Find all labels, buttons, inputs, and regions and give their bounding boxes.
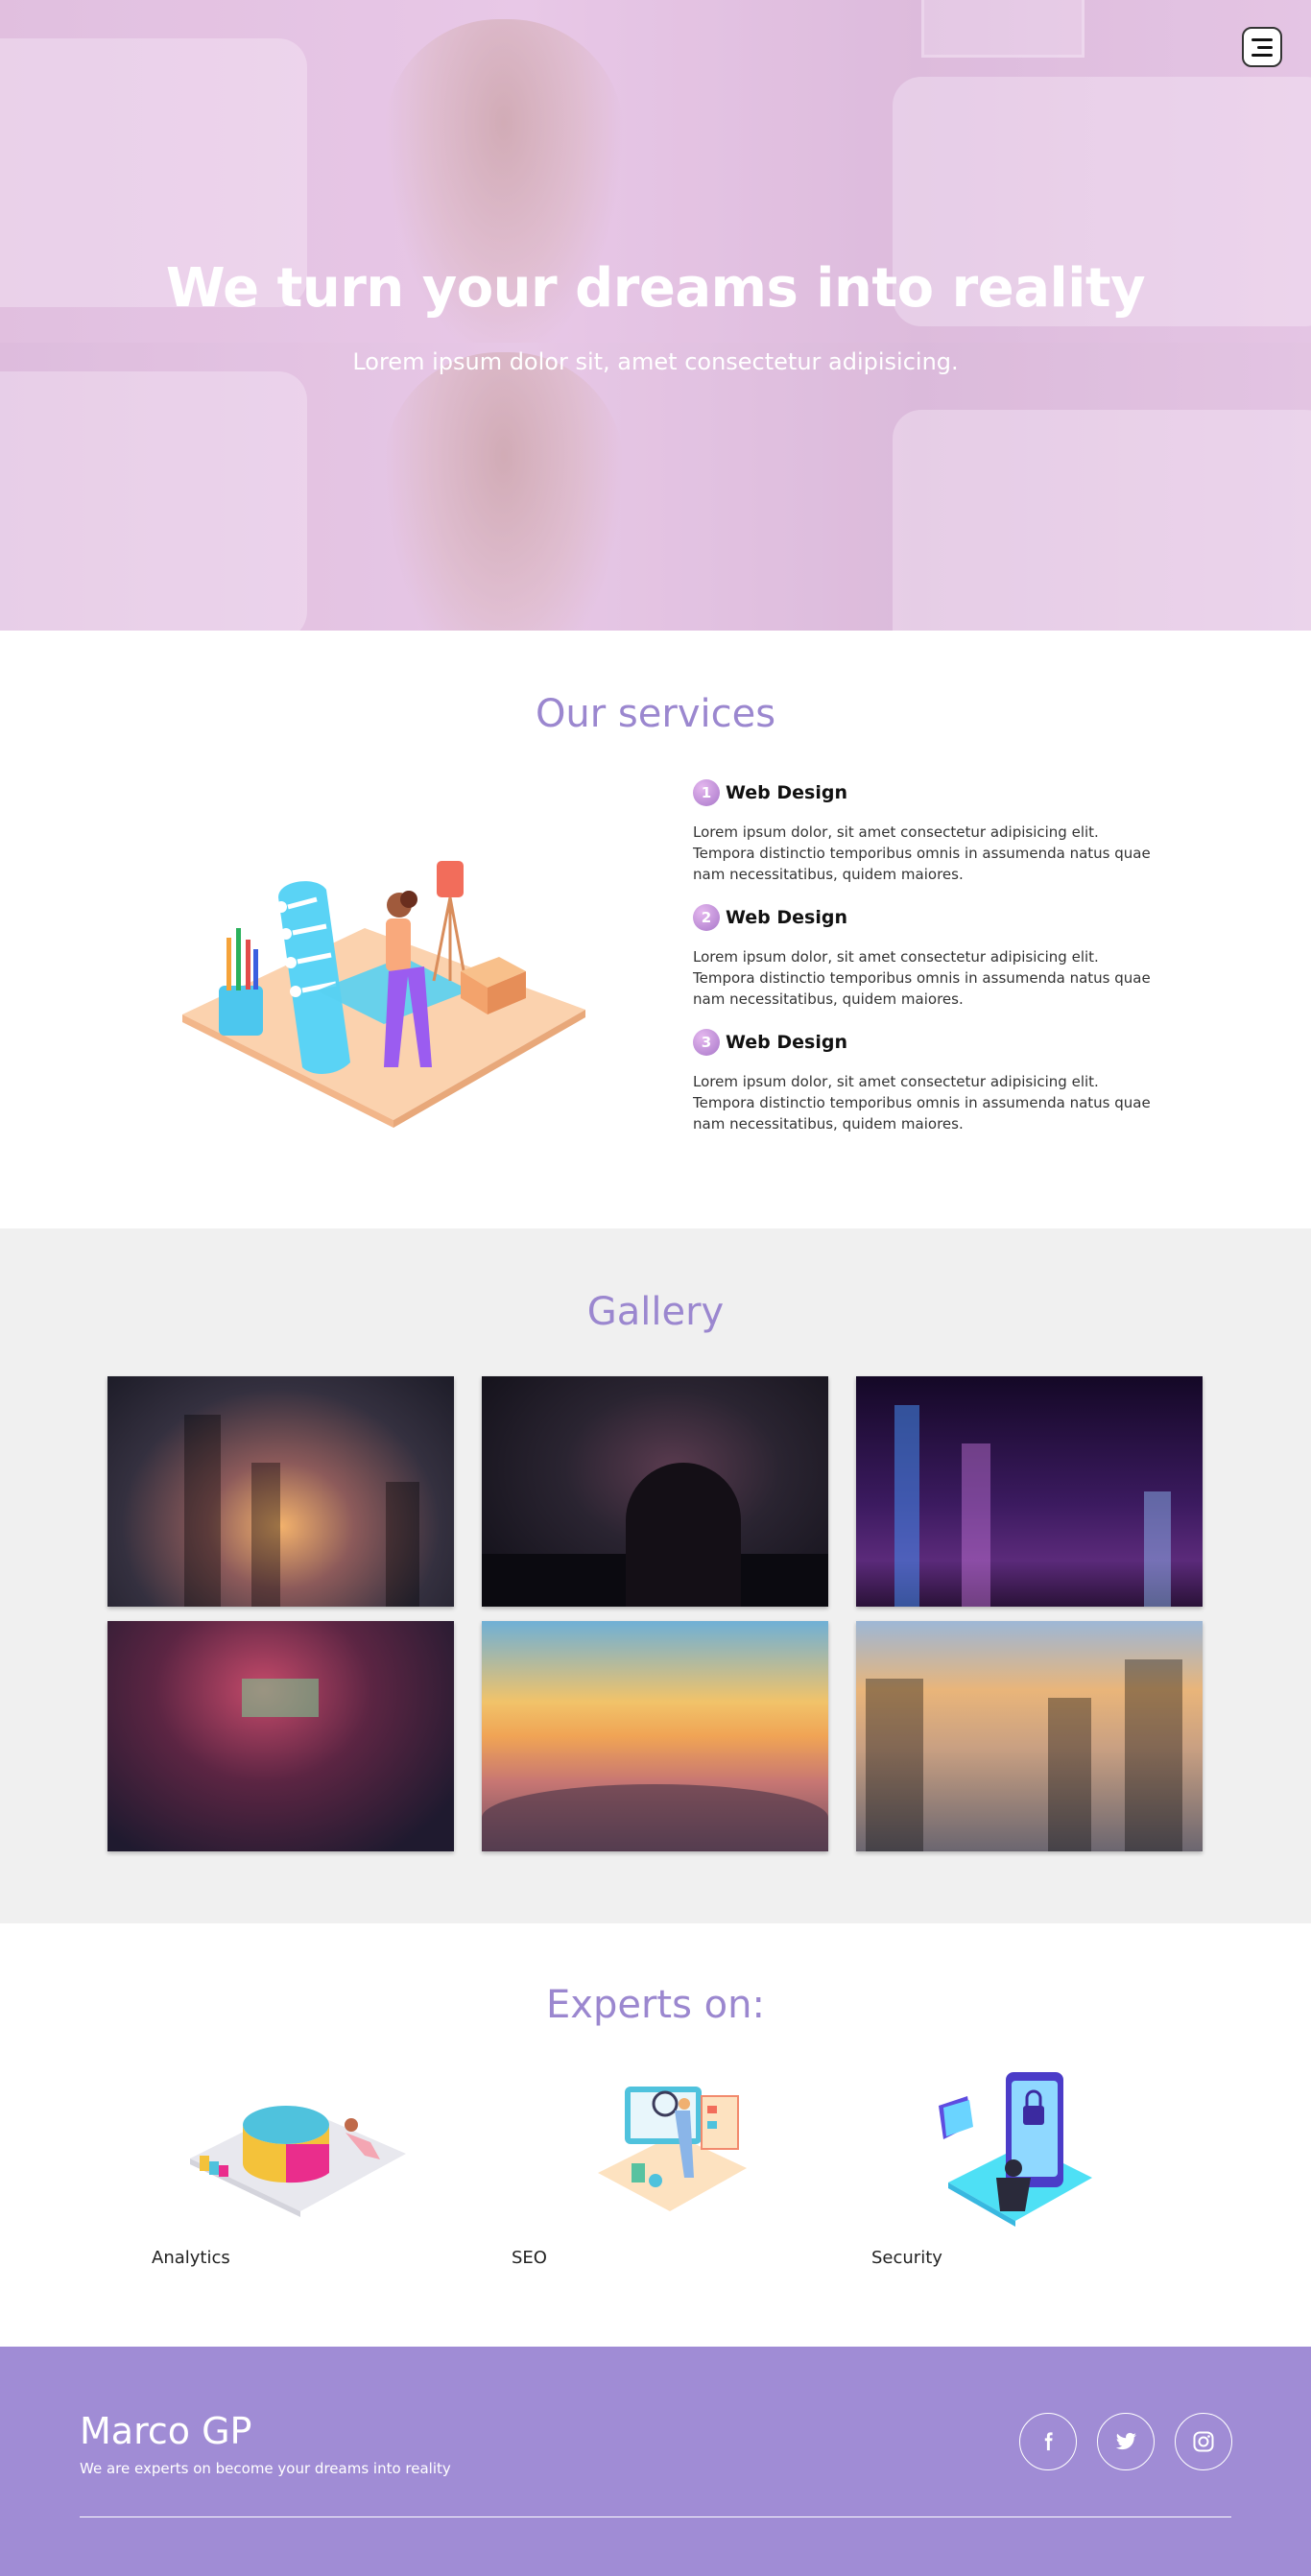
service-description: Lorem ipsum dolor, sit amet consectetur … [693, 948, 1151, 1008]
service-name: Web Design [726, 907, 847, 928]
gallery-image-city-golden[interactable] [856, 1621, 1203, 1851]
experts-title: Experts on: [546, 1983, 765, 2027]
expert-item-seo: SEO [512, 2067, 819, 2268]
gallery-image-city-night[interactable] [107, 1376, 454, 1607]
services-illustration [182, 861, 585, 1128]
twitter-icon [1115, 2432, 1136, 2450]
services-section: Our services 1 Web Design Lorem ipsum do… [0, 631, 1311, 1228]
gallery-grid [107, 1376, 1204, 1851]
experts-section: Experts on: Analytics SEO Security [0, 1923, 1311, 2347]
expert-label: Analytics [152, 2248, 230, 2268]
hero-title: We turn your dreams into reality [165, 257, 1146, 320]
service-name: Web Design [726, 1032, 847, 1053]
facebook-icon [1044, 2432, 1053, 2451]
service-number-badge: 2 [693, 904, 720, 931]
expert-label: Security [871, 2248, 942, 2268]
services-list: 1 Web Design Lorem ipsum dolor, sit amet… [693, 779, 1163, 1154]
gallery-image-mountains-sunset[interactable] [482, 1621, 828, 1851]
services-title: Our services [535, 692, 776, 736]
seo-illustration [598, 2087, 747, 2211]
gallery-image-street-neon[interactable] [107, 1621, 454, 1851]
twitter-button[interactable] [1097, 2413, 1155, 2470]
service-item: 3 Web Design Lorem ipsum dolor, sit amet… [693, 1029, 1163, 1134]
facebook-button[interactable] [1019, 2413, 1077, 2470]
service-name: Web Design [726, 782, 847, 803]
footer-divider [80, 2516, 1231, 2517]
hero-section: We turn your dreams into reality Lorem i… [0, 0, 1311, 631]
security-illustration [939, 2072, 1092, 2227]
service-description: Lorem ipsum dolor, sit amet consectetur … [693, 1073, 1151, 1133]
gallery-image-skyline-purple[interactable] [856, 1376, 1203, 1607]
service-number-badge: 1 [693, 779, 720, 806]
service-description: Lorem ipsum dolor, sit amet consectetur … [693, 823, 1151, 883]
service-number-badge: 3 [693, 1029, 720, 1056]
gallery-image-arch-stars[interactable] [482, 1376, 828, 1607]
gallery-title: Gallery [586, 1290, 725, 1334]
hamburger-menu-icon [1251, 37, 1273, 41]
expert-label: SEO [512, 2248, 547, 2268]
footer: Marco GP We are experts on become your d… [0, 2347, 1311, 2576]
hero-subtitle: Lorem ipsum dolor sit, amet consectetur … [352, 348, 959, 375]
service-item: 2 Web Design Lorem ipsum dolor, sit amet… [693, 904, 1163, 1010]
menu-button[interactable] [1242, 27, 1282, 67]
footer-brand: Marco GP [80, 2410, 252, 2452]
instagram-button[interactable] [1175, 2413, 1232, 2470]
instagram-icon [1193, 2431, 1214, 2452]
social-links [1019, 2413, 1232, 2470]
gallery-section: Gallery [0, 1228, 1311, 1923]
analytics-illustration [190, 2106, 406, 2217]
footer-tagline: We are experts on become your dreams int… [80, 2460, 451, 2477]
service-item: 1 Web Design Lorem ipsum dolor, sit amet… [693, 779, 1163, 885]
expert-item-analytics: Analytics [152, 2067, 459, 2268]
expert-item-security: Security [871, 2067, 1179, 2268]
